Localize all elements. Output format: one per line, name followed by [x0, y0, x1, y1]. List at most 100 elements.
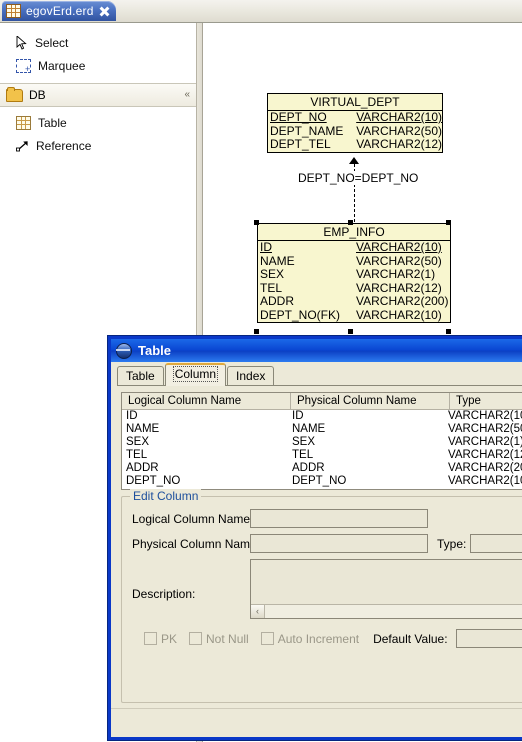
erd-column-name: ID: [260, 240, 272, 254]
selection-handle[interactable]: [348, 220, 353, 225]
editor-tab-bar: egovErd.erd: [0, 0, 522, 23]
cell-physical: NAME: [292, 423, 326, 435]
physical-column-name-input[interactable]: [250, 534, 428, 553]
edit-column-group-title: Edit Column: [130, 489, 202, 503]
cell-type: VARCHAR2(10): [448, 475, 522, 487]
table-row[interactable]: SEX SEX VARCHAR2(1): [122, 436, 522, 449]
tab-table[interactable]: Table: [117, 366, 164, 386]
cell-logical: ID: [126, 410, 138, 422]
table-row[interactable]: ID ID VARCHAR2(10): [122, 410, 522, 423]
pk-label: PK: [161, 631, 178, 646]
cell-logical: DEPT_NO: [126, 475, 181, 487]
relationship-arrowhead: [349, 157, 359, 164]
edit-column-group: Edit Column Logical Column Name: Physica…: [121, 489, 522, 703]
selection-handle[interactable]: [254, 329, 259, 334]
palette-item-reference[interactable]: Reference: [0, 134, 196, 157]
erd-column-name: ADDR: [260, 294, 295, 308]
erd-column-type: VARCHAR2(10): [356, 110, 442, 124]
tab-label: Index: [236, 369, 266, 383]
selection-handle[interactable]: [446, 329, 451, 334]
erd-column-row: NAME VARCHAR2(50): [258, 253, 450, 269]
table-dialog: Table Table Column Index Logical Column …: [108, 336, 522, 740]
type-input[interactable]: [470, 534, 522, 553]
palette-tool-label: Select: [35, 35, 69, 50]
selection-handle[interactable]: [348, 329, 353, 334]
cell-physical: SEX: [292, 436, 316, 448]
physical-column-name-row: Physical Column Name: Type:: [132, 534, 522, 553]
erd-table-columns: ID VARCHAR2(10) NAME VARCHAR2(50) SEX VA…: [258, 240, 450, 322]
logical-column-name-input[interactable]: [250, 509, 428, 528]
editor-tab-egoverd[interactable]: egovErd.erd: [2, 1, 116, 21]
table-grid-icon: [16, 115, 31, 130]
chevron-left-icon[interactable]: ‹: [251, 605, 265, 618]
globe-icon: [116, 342, 132, 359]
table-row[interactable]: TEL TEL VARCHAR2(12): [122, 449, 522, 462]
close-icon[interactable]: [99, 6, 110, 17]
column-header-type[interactable]: Type: [450, 393, 522, 409]
editor-tab-label: egovErd.erd: [26, 4, 94, 18]
palette-tool-label: Marquee: [38, 58, 86, 73]
table-row[interactable]: NAME NAME VARCHAR2(50): [122, 423, 522, 436]
cell-logical: TEL: [126, 449, 148, 461]
erd-column-type: VARCHAR2(12): [356, 137, 442, 151]
cell-type: VARCHAR2(1): [448, 436, 522, 448]
description-horizontal-scrollbar[interactable]: ‹: [251, 604, 522, 618]
cell-logical: SEX: [126, 436, 150, 448]
erd-column-name: TEL: [260, 280, 283, 295]
not-null-label: Not Null: [206, 631, 249, 646]
erd-table-columns: DEPT_NO VARCHAR2(10) DEPT_NAME VARCHAR2(…: [268, 110, 442, 152]
chevron-collapse-icon[interactable]: «: [184, 89, 190, 100]
auto-increment-checkbox[interactable]: [260, 632, 274, 645]
palette-item-label: Table: [38, 115, 67, 130]
selection-handle[interactable]: [254, 220, 259, 225]
cell-type: VARCHAR2(10): [448, 410, 522, 422]
default-value-input[interactable]: [455, 629, 522, 648]
physical-column-name-label: Physical Column Name:: [132, 536, 261, 551]
palette-item-table[interactable]: Table: [0, 111, 196, 134]
cell-logical: ADDR: [126, 462, 159, 474]
palette-tool-marquee[interactable]: Marquee: [0, 54, 196, 77]
columns-table[interactable]: Logical Column Name Physical Column Name…: [121, 392, 522, 490]
erd-column-row: DEPT_NO VARCHAR2(10): [268, 110, 442, 125]
cell-physical: ADDR: [292, 462, 325, 474]
cell-physical: TEL: [292, 449, 314, 461]
selection-handle[interactable]: [446, 220, 451, 225]
dialog-footer: [111, 708, 522, 737]
palette-drawer-db[interactable]: DB «: [0, 83, 196, 107]
erd-column-row: DEPT_NAME VARCHAR2(50): [268, 123, 442, 139]
erd-table-title: VIRTUAL_DEPT: [268, 94, 442, 111]
erd-table-emp-info[interactable]: EMP_INFO ID VARCHAR2(10) NAME VARCHAR2(5…: [257, 223, 451, 323]
erd-column-row: ADDR VARCHAR2(200): [258, 294, 450, 309]
table-row[interactable]: ADDR ADDR VARCHAR2(200): [122, 462, 522, 475]
column-header-logical[interactable]: Logical Column Name: [122, 393, 291, 409]
not-null-checkbox[interactable]: [189, 632, 203, 645]
erd-column-type: VARCHAR2(50): [356, 253, 442, 268]
tab-label: Table: [126, 369, 155, 383]
reference-arrow-icon: [16, 140, 29, 152]
erd-column-name: DEPT_NAME: [270, 123, 344, 138]
cell-logical: NAME: [126, 423, 160, 435]
cell-physical: ID: [292, 410, 304, 422]
description-textarea[interactable]: ‹: [250, 559, 522, 619]
logical-column-name-label: Logical Column Name:: [132, 511, 254, 526]
cell-physical: DEPT_NO: [292, 475, 347, 487]
marquee-select-icon: [16, 58, 31, 74]
palette-drawer-label: DB: [29, 88, 46, 102]
erd-column-type: VARCHAR2(10): [356, 307, 442, 322]
folder-open-icon: [6, 86, 23, 102]
relationship-label: DEPT_NO=DEPT_NO: [296, 171, 421, 185]
erd-column-name: SEX: [260, 267, 285, 281]
tab-column[interactable]: Column: [164, 363, 227, 386]
pk-checkbox[interactable]: [144, 632, 157, 645]
cell-type: VARCHAR2(200): [448, 462, 522, 474]
cell-type: VARCHAR2(50): [448, 423, 522, 435]
table-row[interactable]: DEPT_NO DEPT_NO VARCHAR2(10): [122, 475, 522, 488]
erd-table-virtual-dept[interactable]: VIRTUAL_DEPT DEPT_NO VARCHAR2(10) DEPT_N…: [267, 93, 443, 153]
palette-tool-select[interactable]: Select: [0, 31, 196, 54]
dialog-title-bar[interactable]: Table: [111, 339, 522, 362]
dialog-body: Table Column Index Logical Column Name P…: [111, 362, 522, 737]
description-row: Description:: [132, 587, 195, 601]
description-label: Description:: [132, 587, 196, 601]
tab-index[interactable]: Index: [227, 366, 275, 386]
column-header-physical[interactable]: Physical Column Name: [291, 393, 450, 409]
